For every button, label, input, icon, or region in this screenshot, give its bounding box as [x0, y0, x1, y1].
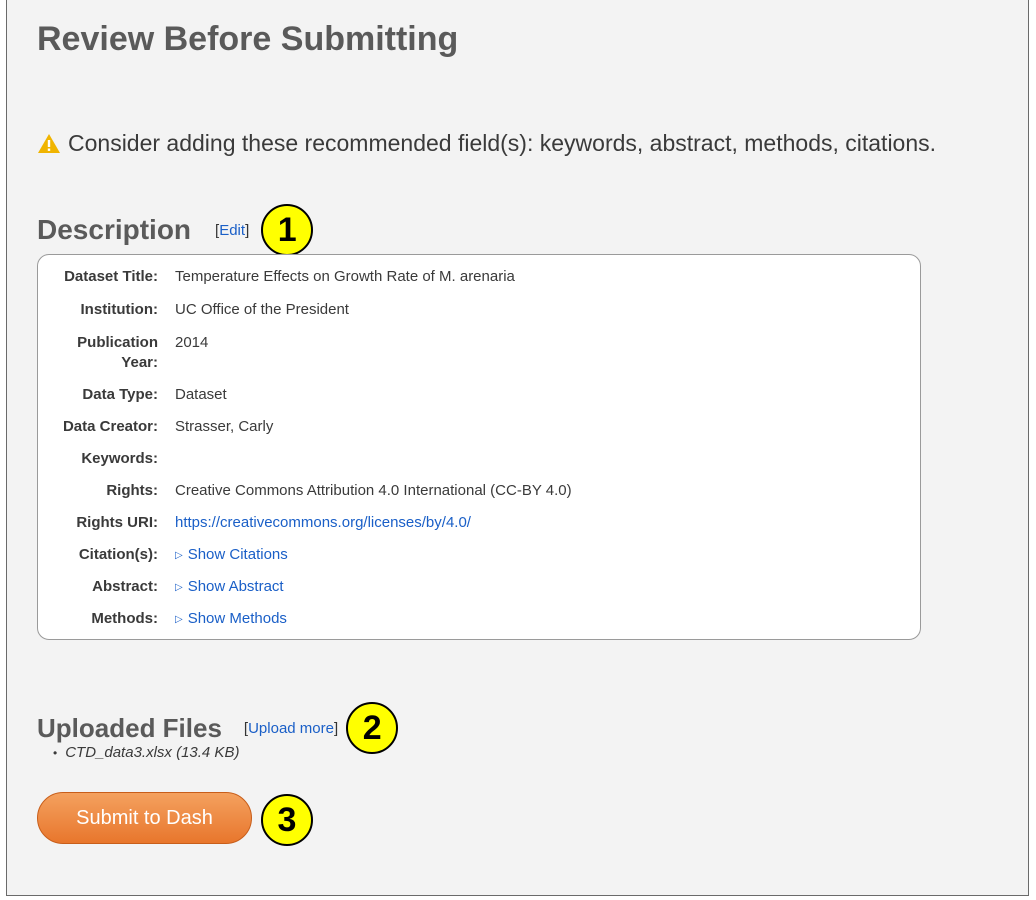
- meta-label: Abstract:: [92, 578, 158, 595]
- disclosure-triangle-icon: ▷: [175, 550, 183, 561]
- meta-value: Temperature Effects on Growth Rate of M.…: [175, 268, 515, 285]
- meta-label-line-2: Year:: [121, 354, 158, 371]
- meta-label-line-1: Publication: [77, 334, 158, 351]
- show-citations-label: Show Citations: [187, 546, 288, 563]
- meta-label: Dataset Title:: [64, 268, 158, 285]
- uploaded-files-heading: Uploaded Files: [37, 712, 222, 743]
- submit-to-dash-button[interactable]: Submit to Dash: [37, 792, 252, 844]
- description-panel: Dataset Title: Temperature Effects on Gr…: [37, 254, 921, 640]
- edit-link[interactable]: Edit: [219, 222, 245, 239]
- meta-label: Methods:: [91, 610, 158, 627]
- file-name: CTD_data3.xlsx (13.4 KB): [65, 744, 240, 761]
- show-methods-toggle[interactable]: ▷ Show Methods: [175, 609, 287, 631]
- meta-label: Rights URI:: [76, 514, 158, 531]
- meta-label: Publication Year:: [38, 333, 158, 373]
- upload-bracket-close: ]: [333, 719, 339, 737]
- edit-bracket-close: ]: [245, 221, 250, 239]
- callout-badge-3: 3: [261, 794, 313, 846]
- warning-icon: [38, 134, 60, 153]
- upload-more-link[interactable]: Upload more: [248, 720, 334, 737]
- meta-label: Citation(s):: [78, 546, 158, 563]
- upload-more-wrapper: [Upload more]: [244, 720, 338, 737]
- meta-value: 2014: [175, 334, 209, 351]
- meta-value: Strasser, Carly: [175, 418, 274, 435]
- meta-value: Dataset: [175, 386, 227, 403]
- meta-value: UC Office of the President: [175, 301, 349, 318]
- description-heading: Description: [37, 214, 192, 245]
- show-abstract-toggle[interactable]: ▷ Show Abstract: [175, 577, 284, 599]
- file-list-item: • CTD_data3.xlsx (13.4 KB): [53, 744, 239, 761]
- rights-uri-link[interactable]: https://creativecommons.org/licenses/by/…: [175, 513, 471, 533]
- show-methods-label: Show Methods: [187, 610, 287, 627]
- meta-label: Keywords:: [81, 450, 158, 467]
- meta-label: Rights:: [106, 482, 158, 499]
- page-frame: Review Before Submitting Consider adding…: [6, 0, 1029, 896]
- recommended-fields-warning: Consider adding these recommended field(…: [37, 130, 936, 157]
- callout-badge-2: 2: [346, 702, 399, 754]
- meta-label: Institution:: [80, 301, 158, 318]
- meta-label: Data Type:: [82, 386, 158, 403]
- disclosure-triangle-icon: ▷: [175, 582, 183, 593]
- edit-link-wrapper: [Edit]: [215, 222, 249, 239]
- meta-label: Data Creator:: [62, 418, 158, 435]
- description-header: Description [Edit] 1: [37, 204, 314, 256]
- callout-badge-1: 1: [261, 204, 314, 256]
- show-abstract-label: Show Abstract: [187, 578, 284, 595]
- meta-value: Creative Commons Attribution 4.0 Interna…: [175, 482, 572, 499]
- show-citations-toggle[interactable]: ▷ Show Citations: [175, 545, 288, 567]
- warning-text: Consider adding these recommended field(…: [68, 130, 937, 156]
- page-title: Review Before Submitting: [37, 20, 459, 58]
- list-bullet: •: [53, 746, 58, 760]
- disclosure-triangle-icon: ▷: [175, 614, 183, 625]
